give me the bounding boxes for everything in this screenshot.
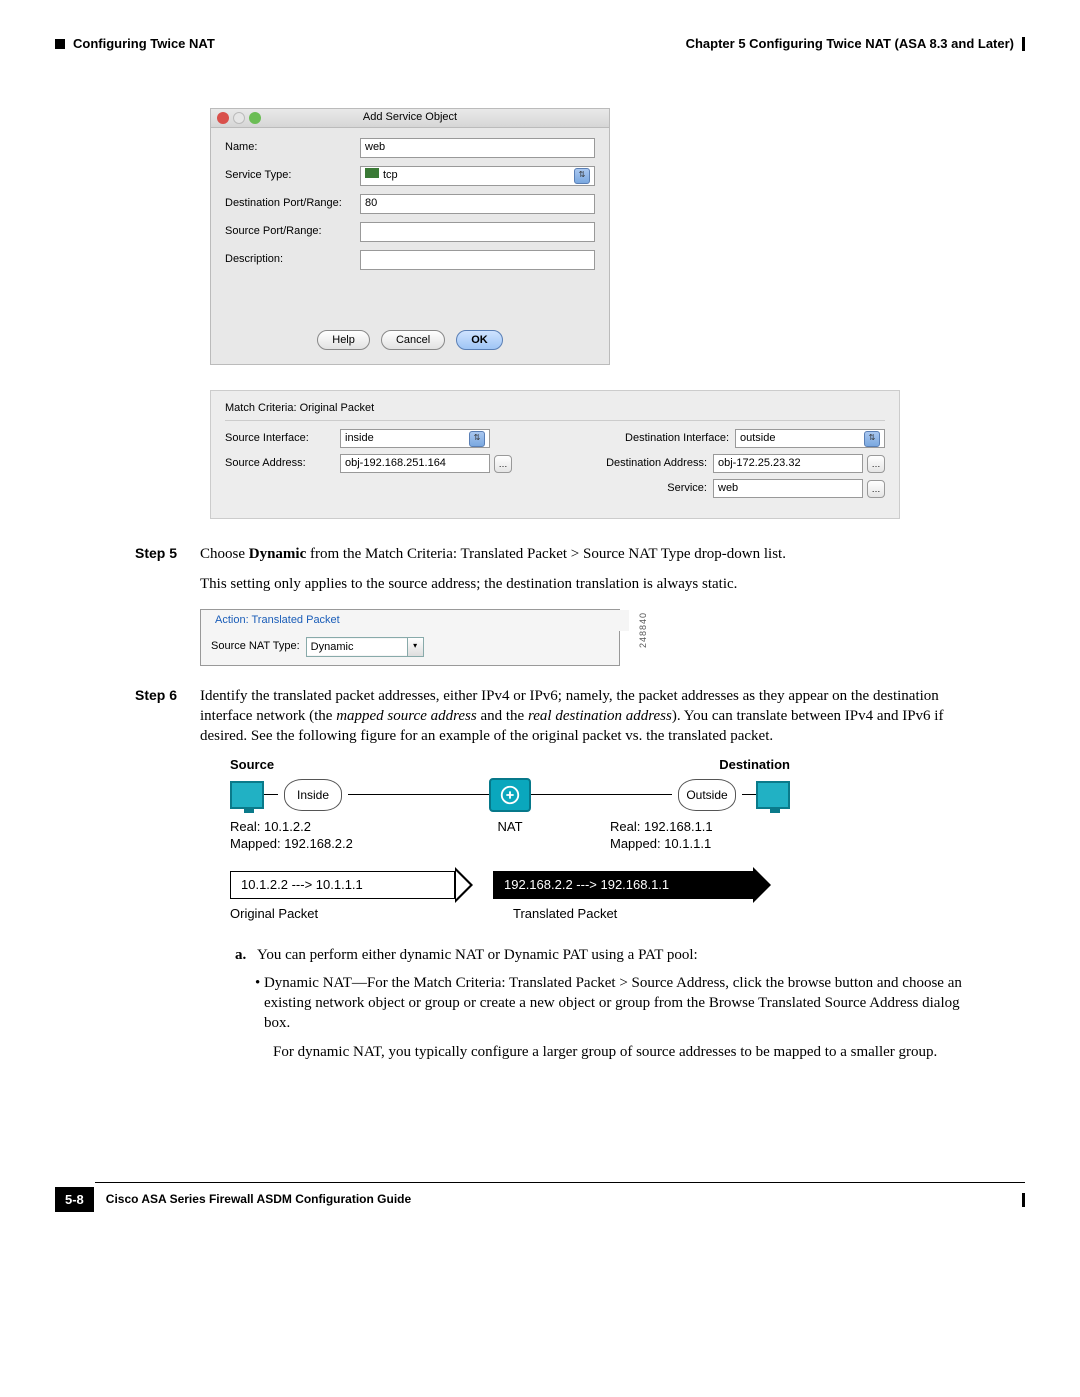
- step-5-follow: This setting only applies to the source …: [200, 574, 980, 594]
- ok-button[interactable]: OK: [456, 330, 503, 351]
- nat-router-icon: [489, 778, 531, 812]
- arrow-right-icon: [455, 867, 473, 903]
- step-label: Step 6: [135, 686, 200, 747]
- original-packet-label: Original Packet: [230, 905, 455, 923]
- step-text: Choose Dynamic from the Match Criteria: …: [200, 544, 980, 564]
- inside-cloud: Inside: [284, 779, 342, 811]
- bullet-dynamic-nat: • Dynamic NAT—For the Match Criteria: Tr…: [255, 973, 975, 1034]
- mapped-left: Mapped: 192.168.2.2: [230, 835, 410, 853]
- dst-addr-input[interactable]: obj-172.25.23.32: [713, 454, 863, 473]
- chevron-updown-icon[interactable]: ⇅: [469, 431, 485, 447]
- footer-bar-icon: [1022, 1193, 1025, 1207]
- step-6: Step 6 Identify the translated packet ad…: [135, 686, 1025, 747]
- source-nat-type-label: Source NAT Type:: [211, 639, 300, 654]
- real-left: Real: 10.1.2.2: [230, 818, 410, 836]
- dialog-title: Add Service Object: [211, 110, 609, 125]
- service-type-select[interactable]: tcp ⇅: [360, 166, 595, 186]
- nat-label: NAT: [410, 818, 610, 853]
- header-bar-icon: [1022, 37, 1025, 51]
- dst-if-label: Destination Interface:: [600, 431, 735, 446]
- tcp-icon: [365, 168, 379, 178]
- header-square-icon: [55, 39, 65, 49]
- browse-button[interactable]: …: [494, 455, 512, 473]
- name-label: Name:: [225, 140, 360, 155]
- outside-cloud: Outside: [678, 779, 736, 811]
- destination-host-icon: [756, 781, 790, 809]
- list-letter: a.: [235, 945, 257, 965]
- src-if-label: Source Interface:: [225, 431, 340, 446]
- dest-port-label: Destination Port/Range:: [225, 196, 360, 211]
- source-heading: Source: [230, 756, 274, 774]
- sub-a-text: You can perform either dynamic NAT or Dy…: [257, 945, 698, 965]
- dst-addr-label: Destination Address:: [578, 456, 713, 471]
- translated-arrow: 192.168.2.2 ---> 192.168.1.1: [493, 871, 753, 899]
- browse-button[interactable]: …: [867, 480, 885, 498]
- panel-title: Match Criteria: Original Packet: [225, 401, 885, 421]
- src-port-label: Source Port/Range:: [225, 224, 360, 239]
- arrow-right-icon: [753, 867, 771, 903]
- mapped-right: Mapped: 10.1.1.1: [610, 835, 790, 853]
- service-type-label: Service Type:: [225, 168, 360, 183]
- service-input[interactable]: web: [713, 479, 863, 498]
- minimize-icon[interactable]: [233, 112, 245, 124]
- step-text: Identify the translated packet addresses…: [200, 686, 980, 747]
- nat-diagram: Source Destination Inside Outside Real: …: [230, 756, 790, 922]
- src-addr-input[interactable]: obj-192.168.251.164: [340, 454, 490, 473]
- source-host-icon: [230, 781, 264, 809]
- action-legend: Action: Translated Packet: [211, 610, 629, 631]
- original-arrow: 10.1.2.2 ---> 10.1.1.1: [230, 871, 455, 899]
- action-translated-panel: Action: Translated Packet Source NAT Typ…: [200, 609, 620, 666]
- add-service-object-dialog: Add Service Object Name: web Service Typ…: [210, 108, 610, 366]
- bullet-icon: •: [255, 973, 264, 1034]
- help-button[interactable]: Help: [317, 330, 370, 351]
- page-number: 5-8: [55, 1187, 94, 1213]
- source-nat-type-select[interactable]: ▾: [306, 637, 424, 657]
- chevron-down-icon[interactable]: ▾: [407, 638, 423, 656]
- src-port-input[interactable]: [360, 222, 595, 242]
- footer-title: Cisco ASA Series Firewall ASDM Configura…: [106, 1191, 411, 1207]
- match-criteria-panel: Match Criteria: Original Packet Source I…: [210, 390, 900, 519]
- chevron-updown-icon[interactable]: ⇅: [864, 431, 880, 447]
- header-chapter: Chapter 5 Configuring Twice NAT (ASA 8.3…: [686, 35, 1014, 53]
- step-5: Step 5 Choose Dynamic from the Match Cri…: [135, 544, 1025, 564]
- service-label: Service:: [578, 481, 713, 496]
- browse-button[interactable]: …: [867, 455, 885, 473]
- header-section: Configuring Twice NAT: [73, 35, 215, 53]
- zoom-icon[interactable]: [249, 112, 261, 124]
- src-if-select[interactable]: inside ⇅: [340, 429, 490, 448]
- dest-port-input[interactable]: 80: [360, 194, 595, 214]
- close-icon[interactable]: [217, 112, 229, 124]
- real-right: Real: 192.168.1.1: [610, 818, 790, 836]
- figure-id: 248840: [637, 612, 649, 648]
- source-nat-type-value[interactable]: [307, 639, 407, 655]
- sub-item-a: a. You can perform either dynamic NAT or…: [235, 945, 975, 965]
- dialog-titlebar[interactable]: Add Service Object: [211, 109, 609, 128]
- destination-heading: Destination: [719, 756, 790, 774]
- bullet-follow: For dynamic NAT, you typically configure…: [273, 1042, 975, 1062]
- translated-packet-label: Translated Packet: [513, 905, 617, 923]
- cancel-button[interactable]: Cancel: [381, 330, 445, 351]
- page-header: Configuring Twice NAT Chapter 5 Configur…: [55, 35, 1025, 53]
- name-input[interactable]: web: [360, 138, 595, 158]
- step-label: Step 5: [135, 544, 200, 564]
- bullet-text: Dynamic NAT—For the Match Criteria: Tran…: [264, 973, 975, 1034]
- chevron-updown-icon[interactable]: ⇅: [574, 168, 590, 184]
- src-addr-label: Source Address:: [225, 456, 340, 471]
- description-input[interactable]: [360, 250, 595, 270]
- dst-if-select[interactable]: outside ⇅: [735, 429, 885, 448]
- page-footer: 5-8 Cisco ASA Series Firewall ASDM Confi…: [55, 1182, 1025, 1213]
- description-label: Description:: [225, 252, 360, 267]
